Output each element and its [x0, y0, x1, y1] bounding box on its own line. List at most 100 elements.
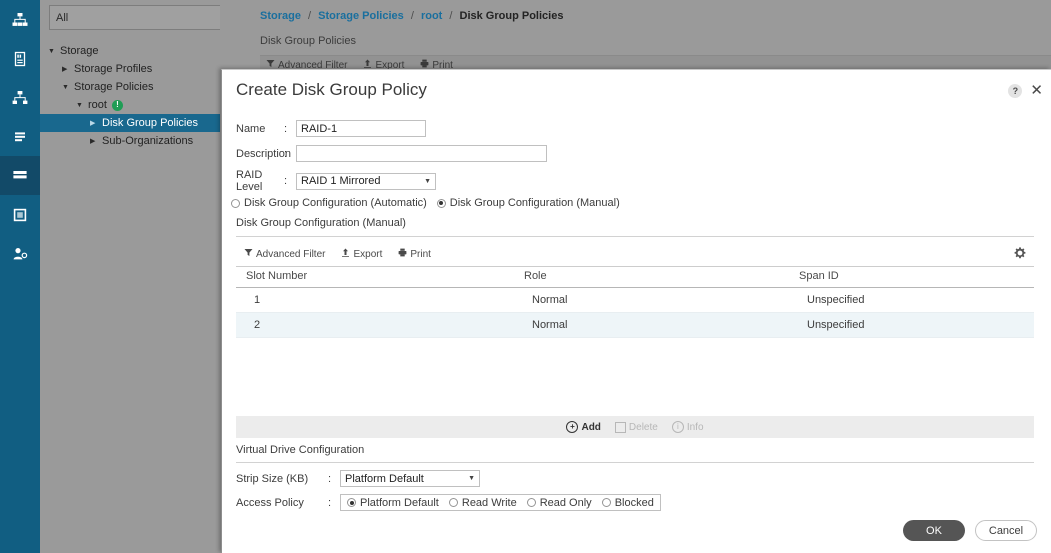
- tree-twisty-icon[interactable]: ▶: [62, 65, 74, 73]
- name-row: Name : RAID-1: [236, 120, 426, 137]
- tree-twisty-icon[interactable]: ▶: [90, 119, 102, 127]
- rail-item-lan[interactable]: [0, 78, 40, 117]
- disk-group-table: Slot Number Role Span ID 1 Normal Unspec…: [236, 266, 1034, 338]
- table-row[interactable]: 1 Normal Unspecified: [236, 287, 1034, 313]
- raid-level-select[interactable]: RAID 1 Mirrored ▼: [296, 172, 436, 190]
- strip-size-value: Platform Default: [345, 472, 424, 485]
- breadcrumb-item-storage-policies[interactable]: Storage Policies: [318, 10, 404, 22]
- export-button[interactable]: Export: [341, 248, 382, 260]
- filter-icon: [244, 248, 253, 260]
- tree-twisty-icon[interactable]: ▶: [90, 137, 102, 145]
- rail-item-chassis[interactable]: [0, 195, 40, 234]
- radio-disk-group-manual[interactable]: Disk Group Configuration (Manual): [436, 197, 620, 209]
- radio-label: Read Only: [539, 496, 592, 509]
- rail-item-equipment[interactable]: [0, 0, 40, 39]
- rail-item-storage[interactable]: [0, 156, 40, 195]
- print-icon: [398, 248, 407, 260]
- navigation-rail: [0, 0, 40, 553]
- table-action-bar: + Add Delete i Info: [236, 416, 1034, 438]
- raid-level-colon: :: [284, 175, 288, 187]
- scope-filter-select[interactable]: All ▼: [49, 5, 239, 30]
- print-label: Print: [410, 248, 431, 260]
- tree-twisty-icon[interactable]: ▼: [48, 48, 60, 55]
- virtual-drive-section-rule: [236, 462, 1034, 463]
- info-icon: i: [671, 421, 684, 433]
- tree-item-label: Disk Group Policies: [102, 117, 198, 129]
- export-icon: [341, 248, 350, 260]
- name-label: Name: [236, 122, 266, 135]
- lan-icon: [12, 90, 28, 106]
- tree-twisty-icon[interactable]: ▼: [76, 102, 88, 109]
- breadcrumb-separator: /: [410, 10, 414, 22]
- info-label: Info: [686, 421, 704, 433]
- description-input[interactable]: [296, 145, 547, 162]
- tree-twisty-icon[interactable]: ▼: [62, 84, 74, 91]
- print-button[interactable]: Print: [398, 248, 431, 260]
- ok-button[interactable]: OK: [903, 520, 965, 541]
- trash-icon: [614, 421, 626, 433]
- tree-item-root[interactable]: ▼ root: [40, 96, 220, 114]
- chevron-down-icon: ▼: [424, 177, 431, 185]
- radio-dot: [526, 498, 536, 507]
- equipment-icon: [12, 12, 28, 28]
- radio-disk-group-automatic[interactable]: Disk Group Configuration (Automatic): [231, 197, 427, 209]
- cancel-button[interactable]: Cancel: [975, 520, 1037, 541]
- rail-item-san[interactable]: [0, 117, 40, 156]
- tree-item-storage-policies[interactable]: ▼ Storage Policies: [40, 78, 220, 96]
- cell-slot-number: 2: [236, 312, 514, 338]
- tree-item-label: Sub-Organizations: [102, 135, 194, 147]
- radio-access-blocked[interactable]: Blocked: [601, 496, 654, 509]
- column-header-span-id[interactable]: Span ID: [789, 266, 1034, 288]
- radio-access-read-write[interactable]: Read Write: [448, 496, 517, 509]
- rail-item-admin[interactable]: [0, 234, 40, 273]
- tree-item-sub-organizations[interactable]: ▶ Sub-Organizations: [40, 132, 220, 150]
- rail-item-servers[interactable]: [0, 39, 40, 78]
- breadcrumb-separator: /: [308, 10, 312, 22]
- cell-span-id: Unspecified: [789, 312, 1034, 338]
- help-icon[interactable]: ?: [1008, 83, 1023, 98]
- config-mode-radio-group: Disk Group Configuration (Automatic) Dis…: [231, 197, 620, 209]
- radio-label: Blocked: [614, 496, 654, 509]
- tree-item-label: Storage: [60, 45, 99, 57]
- access-policy-radio-group: Platform Default Read Write Read Only Bl…: [340, 494, 661, 511]
- cell-span-id: Unspecified: [789, 287, 1034, 313]
- raid-level-value: RAID 1 Mirrored: [301, 175, 381, 187]
- table-row[interactable]: 2 Normal Unspecified: [236, 312, 1034, 338]
- manual-section-title: Disk Group Configuration (Manual): [236, 217, 406, 229]
- breadcrumb-item-root[interactable]: root: [421, 10, 442, 22]
- dialog-table-toolbar: Advanced Filter Export Print: [236, 245, 1034, 263]
- radio-label: Read Write: [461, 496, 517, 509]
- add-label: Add: [581, 421, 601, 433]
- breadcrumb: Storage / Storage Policies / root / Disk…: [260, 10, 563, 22]
- chevron-down-icon: ▼: [468, 475, 475, 482]
- column-header-slot-number[interactable]: Slot Number: [236, 266, 514, 288]
- radio-label: Platform Default: [360, 496, 439, 509]
- radio-access-read-only[interactable]: Read Only: [526, 496, 592, 509]
- radio-label: Disk Group Configuration (Manual): [449, 197, 620, 209]
- description-row: Description :: [236, 145, 547, 162]
- plus-icon: +: [566, 421, 579, 433]
- radio-access-platform-default[interactable]: Platform Default: [347, 497, 439, 509]
- chassis-icon: [12, 207, 28, 223]
- tree-item-storage-profiles[interactable]: ▶ Storage Profiles: [40, 60, 220, 78]
- advanced-filter-button[interactable]: Advanced Filter: [244, 248, 325, 260]
- page-title: Disk Group Policies: [260, 35, 356, 47]
- cell-slot-number: 1: [236, 287, 514, 313]
- access-policy-row: Access Policy : Platform Default Read Wr…: [236, 494, 661, 511]
- column-header-role[interactable]: Role: [514, 266, 789, 288]
- breadcrumb-item-storage[interactable]: Storage: [260, 10, 301, 22]
- dialog-footer: OK Cancel: [903, 520, 1037, 541]
- name-input[interactable]: RAID-1: [296, 120, 426, 137]
- storage-icon: [11, 167, 29, 185]
- add-button[interactable]: + Add: [566, 421, 601, 433]
- strip-size-colon: :: [328, 472, 332, 485]
- tree-item-storage[interactable]: ▼ Storage: [40, 42, 220, 60]
- strip-size-select[interactable]: Platform Default ▼: [340, 470, 480, 487]
- tree-item-disk-group-policies[interactable]: ▶ Disk Group Policies: [40, 114, 220, 132]
- close-icon[interactable]: ✕: [1030, 83, 1043, 98]
- dialog-title: Create Disk Group Policy: [236, 80, 427, 99]
- radio-dot: [601, 498, 611, 507]
- radio-dot: [231, 198, 240, 208]
- gear-icon[interactable]: [1014, 246, 1026, 262]
- scope-filter-value: All: [56, 11, 69, 24]
